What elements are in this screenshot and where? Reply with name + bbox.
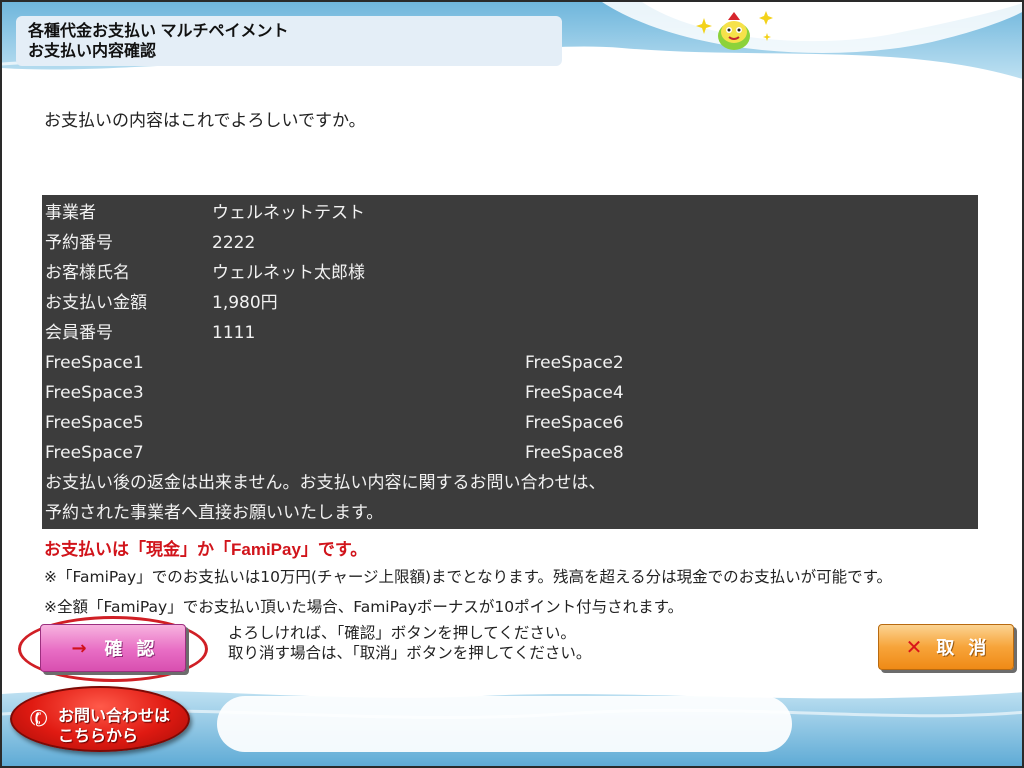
inquiry-label-line2: こちらから [58, 728, 139, 745]
cancel-button[interactable]: ✕ 取消 [878, 624, 1014, 670]
free-space-row: FreeSpace5 FreeSpace6 [42, 408, 978, 438]
confirmation-prompt: お支払いの内容はこれでよろしいですか。 [44, 111, 366, 131]
page-title: お支払い内容確認 [28, 43, 157, 60]
detail-value: 2222 [212, 233, 256, 253]
confirm-button-label: 確認 [104, 639, 169, 659]
payment-method-notice: お支払いは「現金」か「FamiPay」です。 [44, 540, 368, 559]
phone-icon: ✆ [26, 704, 53, 735]
free-space-right: FreeSpace6 [525, 413, 624, 433]
detail-value: 1,980円 [212, 293, 278, 313]
detail-row: 会員番号 1111 [42, 318, 978, 348]
famipay-limit-note: ※「FamiPay」でのお支払いは10万円(チャージ上限額)までとなります。残高… [44, 568, 893, 586]
free-space-left: FreeSpace5 [45, 413, 144, 433]
title-box: 各種代金お支払い マルチペイメント お支払い内容確認 [16, 16, 562, 66]
free-space-right: FreeSpace8 [525, 443, 624, 463]
detail-label: お支払い金額 [45, 293, 147, 313]
detail-label: 会員番号 [45, 323, 113, 343]
payment-details-panel: 事業者 ウェルネットテスト 予約番号 2222 お客様氏名 ウェルネット太郎様 … [42, 195, 978, 529]
service-title: 各種代金お支払い マルチペイメント [28, 23, 289, 40]
free-space-row: FreeSpace7 FreeSpace8 [42, 438, 978, 468]
free-space-left: FreeSpace1 [45, 353, 144, 373]
cancel-button-label: 取消 [936, 638, 1001, 658]
detail-value: 1111 [212, 323, 256, 343]
confirm-button[interactable]: → 確認 [40, 624, 186, 672]
free-space-row: FreeSpace1 FreeSpace2 [42, 348, 978, 378]
refund-note-line1: お支払い後の返金は出来ません。お支払い内容に関するお問い合わせは、 [45, 473, 606, 493]
refund-note: お支払い後の返金は出来ません。お支払い内容に関するお問い合わせは、 [42, 468, 978, 498]
kiosk-screen: 各種代金お支払い マルチペイメント お支払い内容確認 お支払いの内容はこれでよろ… [0, 0, 1024, 768]
detail-row: お支払い金額 1,980円 [42, 288, 978, 318]
famipay-bonus-note: ※全額「FamiPay」でお支払い頂いた場合、FamiPayボーナスが10ポイン… [44, 598, 684, 616]
instructions: よろしければ、「確認」ボタンを押してください。 取り消す場合は、「取消」ボタンを… [228, 623, 591, 663]
free-space-row: FreeSpace3 FreeSpace4 [42, 378, 978, 408]
instruction-confirm: よろしければ、「確認」ボタンを押してください。 [228, 624, 576, 642]
instruction-cancel: 取り消す場合は、「取消」ボタンを押してください。 [228, 644, 592, 662]
detail-label: 予約番号 [45, 233, 113, 253]
detail-row: 予約番号 2222 [42, 228, 978, 258]
detail-label: お客様氏名 [45, 263, 130, 283]
free-space-right: FreeSpace4 [525, 383, 624, 403]
inquiry-button[interactable]: ✆ お問い合わせは こちらから [10, 686, 190, 752]
detail-row: 事業者 ウェルネットテスト [42, 198, 978, 228]
detail-value: ウェルネットテスト [212, 203, 365, 223]
free-space-left: FreeSpace3 [45, 383, 144, 403]
close-icon: ✕ [905, 635, 923, 659]
free-space-left: FreeSpace7 [45, 443, 144, 463]
arrow-right-icon: → [71, 637, 87, 659]
refund-note-line2: 予約された事業者へ直接お願いいたします。 [45, 503, 384, 523]
refund-note: 予約された事業者へ直接お願いいたします。 [42, 498, 978, 528]
free-space-right: FreeSpace2 [525, 353, 624, 373]
detail-row: お客様氏名 ウェルネット太郎様 [42, 258, 978, 288]
detail-label: 事業者 [45, 203, 96, 223]
detail-value: ウェルネット太郎様 [212, 263, 365, 283]
mascot-logo [696, 11, 773, 50]
